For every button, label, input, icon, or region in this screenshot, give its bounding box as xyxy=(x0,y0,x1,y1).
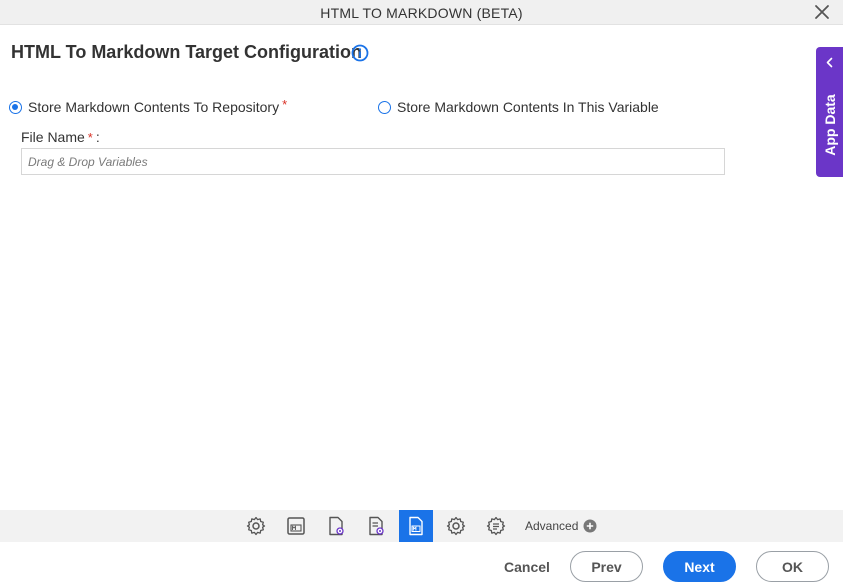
next-button[interactable]: Next xyxy=(663,551,736,582)
file-list-settings-icon[interactable] xyxy=(359,510,393,542)
dialog-title: HTML TO MARKDOWN (BETA) xyxy=(320,5,523,21)
dialog-footer: Cancel Prev Next OK xyxy=(0,542,843,584)
prev-button[interactable]: Prev xyxy=(570,551,643,582)
ok-button[interactable]: OK xyxy=(756,551,829,582)
gear-icon[interactable] xyxy=(239,510,273,542)
radio-store-repository-label: Store Markdown Contents To Repository xyxy=(28,99,280,115)
gear-icon[interactable] xyxy=(439,510,473,542)
required-marker: * xyxy=(282,96,288,112)
markdown-file-icon[interactable] xyxy=(279,510,313,542)
radio-button-checked[interactable] xyxy=(9,100,22,114)
file-name-label-text: File Name xyxy=(21,129,85,145)
chevron-left-icon xyxy=(826,57,833,68)
file-name-label-colon: : xyxy=(95,129,100,145)
advanced-label: Advanced xyxy=(525,519,579,533)
required-marker: * xyxy=(87,130,93,145)
app-data-tab[interactable]: App Data xyxy=(816,47,843,177)
radio-button-unchecked[interactable] xyxy=(378,100,391,114)
radio-store-variable[interactable]: Store Markdown Contents In This Variable xyxy=(378,98,659,116)
file-name-input[interactable] xyxy=(21,148,725,175)
list-settings-icon[interactable] xyxy=(479,510,513,542)
file-name-label: File Name *: xyxy=(21,129,100,145)
info-icon[interactable] xyxy=(351,44,369,62)
plus-circle-icon xyxy=(583,519,597,533)
advanced-button[interactable]: Advanced xyxy=(525,519,597,533)
file-settings-icon[interactable] xyxy=(319,510,353,542)
radio-store-variable-label: Store Markdown Contents In This Variable xyxy=(397,99,659,115)
dialog-titlebar: HTML TO MARKDOWN (BETA) xyxy=(0,0,843,25)
step-toolbar: Advanced xyxy=(0,510,843,542)
app-data-label: App Data xyxy=(821,94,838,156)
close-icon[interactable] xyxy=(813,3,831,21)
page-title: HTML To Markdown Target Configuration xyxy=(11,42,362,62)
cancel-button[interactable]: Cancel xyxy=(497,551,557,582)
radio-store-repository[interactable]: Store Markdown Contents To Repository * xyxy=(9,96,288,116)
markdown-doc-icon[interactable] xyxy=(399,510,433,542)
